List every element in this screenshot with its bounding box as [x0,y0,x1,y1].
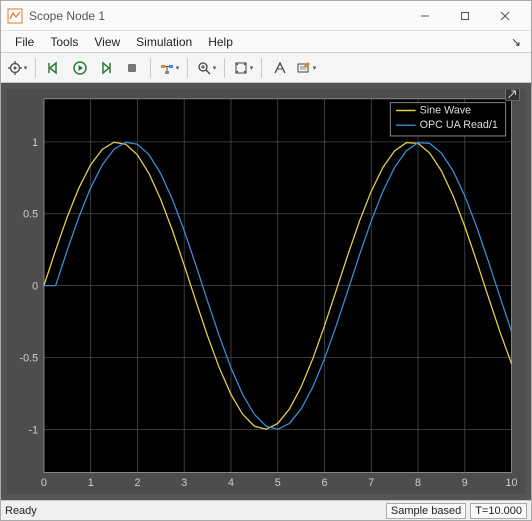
autoscale-button[interactable]: ▾ [231,56,255,80]
svg-text:3: 3 [181,477,187,489]
menu-file[interactable]: File [7,33,42,51]
svg-text:5: 5 [275,477,281,489]
stop-button[interactable] [120,56,144,80]
window-title: Scope Node 1 [29,9,105,23]
menu-overflow-icon[interactable]: ↘ [507,35,525,49]
minimize-button[interactable] [405,2,445,30]
menu-tools[interactable]: Tools [42,33,86,51]
menu-simulation[interactable]: Simulation [128,33,200,51]
step-back-button[interactable] [42,56,66,80]
title-bar: Scope Node 1 [1,1,531,31]
svg-text:6: 6 [322,477,328,489]
svg-text:-1: -1 [29,424,39,436]
svg-text:4: 4 [228,477,234,489]
svg-text:7: 7 [368,477,374,489]
settings-button[interactable]: ▾ [5,56,29,80]
svg-text:9: 9 [462,477,468,489]
status-time: T=10.000 [470,503,527,519]
svg-text:1: 1 [32,137,38,149]
svg-text:0: 0 [32,281,38,293]
signal-selector-button[interactable]: ▾ [157,56,181,80]
svg-text:0.5: 0.5 [23,209,38,221]
close-button[interactable] [485,2,525,30]
svg-text:10: 10 [506,477,518,489]
maximize-button[interactable] [445,2,485,30]
status-bar: Ready Sample based T=10.000 [1,500,531,520]
svg-text:-0.5: -0.5 [20,352,39,364]
menu-bar: File Tools View Simulation Help ↘ [1,31,531,53]
properties-button[interactable]: ▾ [294,56,318,80]
status-ready: Ready [5,505,37,517]
step-forward-button[interactable] [94,56,118,80]
status-sample-mode: Sample based [386,503,466,519]
app-icon [7,8,23,24]
plot-area[interactable]: 0 1 2 3 4 5 6 7 8 9 10 -1 -0.5 0 0.5 1 Sine Wave OPC UA R… [1,83,531,500]
svg-text:OPC UA Read/1: OPC UA Read/1 [420,119,498,131]
cursor-measure-button[interactable] [268,56,292,80]
svg-text:0: 0 [41,477,47,489]
scope-chart: 0 1 2 3 4 5 6 7 8 9 10 -1 -0.5 0 0.5 1 Sine Wave OPC UA R… [7,89,525,494]
zoom-button[interactable]: ▾ [194,56,218,80]
svg-text:2: 2 [134,477,140,489]
svg-text:1: 1 [88,477,94,489]
run-button[interactable] [68,56,92,80]
toolbar: ▾ ▾ ▾ ▾ ▾ [1,53,531,83]
svg-text:8: 8 [415,477,421,489]
svg-text:Sine Wave: Sine Wave [420,104,472,116]
menu-help[interactable]: Help [200,33,241,51]
menu-view[interactable]: View [86,33,128,51]
